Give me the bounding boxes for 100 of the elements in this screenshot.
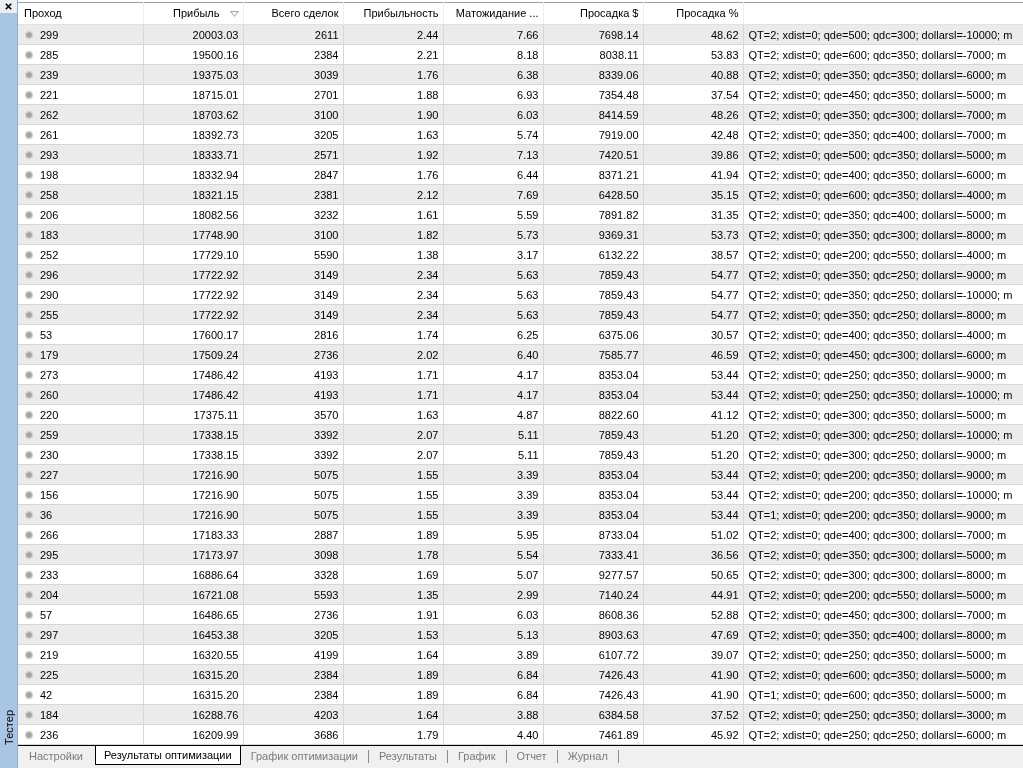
table-cell: 2384 bbox=[243, 684, 343, 705]
table-cell: 17722.92 bbox=[143, 284, 243, 305]
table-cell: 16315.20 bbox=[143, 684, 243, 705]
pass-number: 262 bbox=[40, 108, 59, 121]
table-cell: 4199 bbox=[243, 644, 343, 665]
table-cell: 1.71 bbox=[343, 364, 443, 385]
table-cell: 8608.36 bbox=[543, 604, 643, 625]
column-header[interactable]: Просадка $ bbox=[543, 2, 643, 25]
pass-number: 179 bbox=[40, 348, 59, 361]
table-cell: 51.20 bbox=[643, 444, 743, 465]
table-cell: 7891.82 bbox=[543, 204, 643, 225]
dot-icon bbox=[25, 670, 33, 679]
table-cell: 2.21 bbox=[343, 44, 443, 65]
dot-icon bbox=[25, 70, 33, 79]
pass-number: 285 bbox=[40, 48, 59, 61]
table-cell: 6375.06 bbox=[543, 324, 643, 345]
table-cell: 3.39 bbox=[443, 484, 543, 505]
table-cell: 18332.94 bbox=[143, 164, 243, 185]
table-cell: 7461.89 bbox=[543, 724, 643, 745]
table-cell: 7919.00 bbox=[543, 124, 643, 145]
tab[interactable]: График bbox=[447, 750, 507, 763]
table-cell: 6.93 bbox=[443, 84, 543, 105]
dot-icon bbox=[25, 730, 33, 739]
table-cell: 2.34 bbox=[343, 284, 443, 305]
table-cell: 6107.72 bbox=[543, 644, 643, 665]
dot-icon bbox=[25, 150, 33, 159]
column-header[interactable]: Прибыльность bbox=[343, 2, 443, 25]
pass-number: 206 bbox=[40, 208, 59, 221]
table-cell: 3205 bbox=[243, 124, 343, 145]
dot-icon bbox=[25, 210, 33, 219]
tab[interactable]: Журнал bbox=[557, 750, 619, 763]
column-header[interactable]: Проход bbox=[18, 2, 143, 25]
table-cell: 2887 bbox=[243, 524, 343, 545]
pass-number: 42 bbox=[40, 688, 53, 701]
dot-icon bbox=[25, 30, 33, 39]
table-cell: 4.40 bbox=[443, 724, 543, 745]
tab[interactable]: Настройки bbox=[19, 750, 93, 763]
table-cell: 1.63 bbox=[343, 124, 443, 145]
table-cell: 7859.43 bbox=[543, 284, 643, 305]
table-cell: 3.89 bbox=[443, 644, 543, 665]
table-cell: 1.91 bbox=[343, 604, 443, 625]
dot-icon bbox=[25, 90, 33, 99]
pass-number: 293 bbox=[40, 148, 59, 161]
table-cell: 1.89 bbox=[343, 684, 443, 705]
column-header[interactable]: Матожидание ... bbox=[443, 2, 543, 25]
table-cell: 51.02 bbox=[643, 524, 743, 545]
dot-icon bbox=[25, 290, 33, 299]
pass-number: 220 bbox=[40, 408, 59, 421]
table-cell: 5.63 bbox=[443, 284, 543, 305]
table-cell: 8733.04 bbox=[543, 524, 643, 545]
close-icon[interactable] bbox=[5, 3, 12, 10]
table-cell: 3.17 bbox=[443, 244, 543, 265]
pass-number: 266 bbox=[40, 528, 59, 541]
table-cell: 16209.99 bbox=[143, 724, 243, 745]
table-cell: 8822.60 bbox=[543, 404, 643, 425]
table-cell: 17600.17 bbox=[143, 324, 243, 345]
pass-number: 227 bbox=[40, 468, 59, 481]
table-cell: 1.63 bbox=[343, 404, 443, 425]
table-cell: 1.79 bbox=[343, 724, 443, 745]
table-cell: 18082.56 bbox=[143, 204, 243, 225]
table-cell: 8371.21 bbox=[543, 164, 643, 185]
table-cell: 6.44 bbox=[443, 164, 543, 185]
pass-number: 53 bbox=[40, 328, 53, 341]
table-cell: 5.11 bbox=[443, 444, 543, 465]
dot-icon bbox=[25, 410, 33, 419]
pass-number: 255 bbox=[40, 308, 59, 321]
tab[interactable]: Результаты оптимизации bbox=[94, 746, 241, 765]
dot-icon bbox=[25, 110, 33, 119]
table-cell: 16486.65 bbox=[143, 604, 243, 625]
pass-number: 233 bbox=[40, 568, 59, 581]
dot-icon bbox=[25, 390, 33, 399]
table-cell: 2701 bbox=[243, 84, 343, 105]
pass-number: 219 bbox=[40, 648, 59, 661]
table-cell: 8.18 bbox=[443, 44, 543, 65]
dot-icon bbox=[25, 510, 33, 519]
pass-number: 57 bbox=[40, 608, 53, 621]
pass-number: 184 bbox=[40, 708, 59, 721]
column-header[interactable]: Просадка % bbox=[643, 2, 743, 25]
table-cell: 1.61 bbox=[343, 204, 443, 225]
column-header[interactable]: Прибыль bbox=[143, 2, 243, 25]
tab[interactable]: График оптимизации bbox=[240, 750, 369, 763]
table-cell: 37.54 bbox=[643, 84, 743, 105]
dot-icon bbox=[25, 570, 33, 579]
pass-number: 36 bbox=[40, 508, 53, 521]
pass-number: 290 bbox=[40, 288, 59, 301]
table-cell: 5.59 bbox=[443, 204, 543, 225]
table-cell: 31.35 bbox=[643, 204, 743, 225]
table-cell: 53.83 bbox=[643, 44, 743, 65]
table-cell: 45.92 bbox=[643, 724, 743, 745]
dot-icon bbox=[25, 650, 33, 659]
column-header[interactable]: Всего сделок bbox=[243, 2, 343, 25]
tab[interactable]: Результаты bbox=[369, 750, 448, 763]
pass-number: 225 bbox=[40, 668, 59, 681]
table-cell: 2847 bbox=[243, 164, 343, 185]
table-cell: 3392 bbox=[243, 444, 343, 465]
table-cell: 42.48 bbox=[643, 124, 743, 145]
tab[interactable]: Отчет bbox=[506, 750, 558, 763]
table-cell: 17216.90 bbox=[143, 484, 243, 505]
table-cell: 1.69 bbox=[343, 564, 443, 585]
table-cell: 2.07 bbox=[343, 444, 443, 465]
